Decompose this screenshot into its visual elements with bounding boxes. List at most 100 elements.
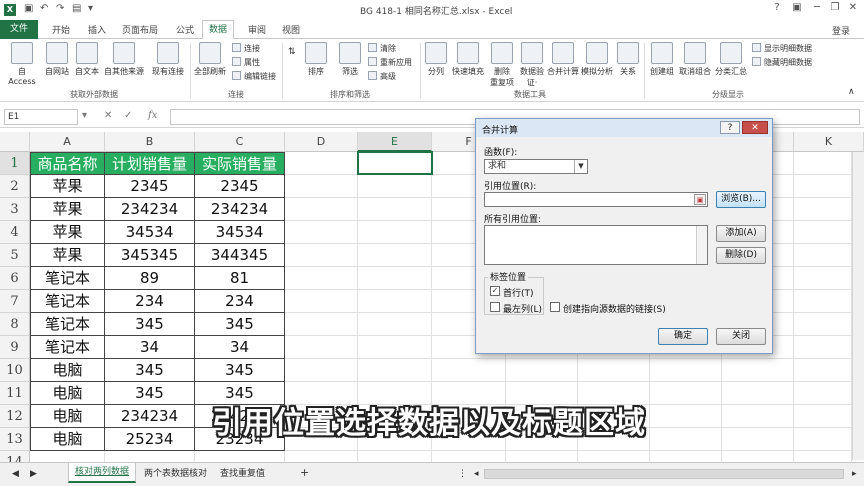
column-header-c[interactable]: C bbox=[195, 132, 285, 152]
row-header[interactable]: 1 bbox=[0, 152, 30, 175]
column-header-e[interactable]: E bbox=[358, 132, 432, 152]
hscroll-left-icon[interactable]: ◂ bbox=[468, 465, 485, 485]
sort-az-icon[interactable]: ⇅ bbox=[288, 47, 296, 57]
save-icon[interactable]: ▣ bbox=[24, 3, 33, 14]
edit-links-button[interactable]: 编辑链接 bbox=[232, 71, 276, 82]
data-validation-button[interactable]: 数据验 证· bbox=[518, 42, 546, 88]
row-header[interactable]: 6 bbox=[0, 267, 30, 290]
table-cell[interactable]: 34534 bbox=[195, 221, 285, 244]
tab-formulas[interactable]: 公式 bbox=[176, 23, 194, 36]
connections-button[interactable]: 连接 bbox=[232, 43, 260, 54]
table-cell[interactable]: 34 bbox=[105, 336, 195, 359]
cell[interactable] bbox=[794, 290, 852, 313]
cell[interactable] bbox=[432, 359, 506, 382]
row-header[interactable]: 3 bbox=[0, 198, 30, 221]
row-header[interactable]: 4 bbox=[0, 221, 30, 244]
table-cell[interactable]: 234234 bbox=[105, 405, 195, 428]
cell[interactable] bbox=[285, 244, 358, 267]
cell[interactable] bbox=[285, 267, 358, 290]
tab-data[interactable]: 数据 bbox=[202, 20, 235, 40]
cell[interactable] bbox=[794, 152, 852, 175]
hscroll-right-icon[interactable]: ▸ bbox=[846, 465, 863, 485]
close-button[interactable]: 关闭 bbox=[716, 328, 766, 345]
cell[interactable] bbox=[358, 290, 432, 313]
group-button[interactable]: 创建组 bbox=[648, 42, 676, 77]
ok-button[interactable]: 确定 bbox=[658, 328, 708, 345]
table-cell[interactable]: 345 bbox=[105, 313, 195, 336]
vertical-scrollbar[interactable] bbox=[852, 152, 864, 460]
browse-button[interactable]: 浏览(B)... bbox=[716, 191, 766, 208]
dialog-help-button[interactable]: ? bbox=[720, 121, 740, 134]
show-detail-button[interactable]: 显示明细数据 bbox=[752, 43, 812, 54]
ungroup-button[interactable]: 取消组合 bbox=[678, 42, 712, 77]
row-header[interactable]: 9 bbox=[0, 336, 30, 359]
cell[interactable] bbox=[285, 221, 358, 244]
cell[interactable] bbox=[285, 175, 358, 198]
column-header-d[interactable]: D bbox=[285, 132, 358, 152]
cell[interactable] bbox=[650, 405, 722, 428]
tab-insert[interactable]: 插入 bbox=[88, 23, 106, 36]
first-row-checkbox[interactable]: ✓ bbox=[490, 286, 500, 296]
table-cell[interactable]: 345 bbox=[195, 359, 285, 382]
cell[interactable] bbox=[358, 244, 432, 267]
table-cell[interactable]: 345 bbox=[195, 313, 285, 336]
column-header-b[interactable]: B bbox=[105, 132, 195, 152]
cell[interactable] bbox=[794, 244, 852, 267]
horizontal-scrollbar[interactable] bbox=[484, 469, 844, 479]
remove-duplicates-button[interactable]: 删除 重复项 bbox=[488, 42, 516, 88]
cell[interactable] bbox=[285, 313, 358, 336]
table-header-cell[interactable]: 商品名称 bbox=[30, 152, 105, 175]
table-cell[interactable]: 34 bbox=[195, 336, 285, 359]
row-header[interactable]: 10 bbox=[0, 359, 30, 382]
what-if-button[interactable]: 模拟分析 bbox=[580, 42, 614, 77]
table-cell[interactable]: 电脑 bbox=[30, 428, 105, 451]
cell[interactable] bbox=[358, 359, 432, 382]
help-button[interactable]: ? bbox=[768, 2, 786, 13]
select-all-corner[interactable] bbox=[0, 132, 30, 152]
table-cell[interactable]: 笔记本 bbox=[30, 336, 105, 359]
cell[interactable] bbox=[722, 405, 794, 428]
all-references-list[interactable] bbox=[484, 225, 708, 265]
cancel-icon[interactable]: ✕ bbox=[104, 110, 112, 121]
table-cell[interactable]: 笔记本 bbox=[30, 290, 105, 313]
restore-button[interactable]: ❐ bbox=[826, 2, 844, 13]
create-links-checkbox[interactable] bbox=[550, 302, 560, 312]
cell[interactable] bbox=[794, 428, 852, 451]
row-header[interactable]: 13 bbox=[0, 428, 30, 451]
from-text-button[interactable]: 自文本 bbox=[72, 42, 102, 77]
cell[interactable] bbox=[358, 267, 432, 290]
cell[interactable] bbox=[358, 336, 432, 359]
sheet-scroll-right-icon[interactable]: ▶ bbox=[24, 465, 43, 485]
cell[interactable] bbox=[794, 175, 852, 198]
table-cell[interactable]: 81 bbox=[195, 267, 285, 290]
table-cell[interactable]: 345 bbox=[105, 359, 195, 382]
sheet-scroll-left-icon[interactable]: ◀ bbox=[6, 465, 25, 485]
left-column-checkbox[interactable] bbox=[490, 302, 500, 312]
sheet-tab-active[interactable]: 核对两列数据 bbox=[68, 463, 137, 483]
table-cell[interactable]: 苹果 bbox=[30, 175, 105, 198]
cell[interactable] bbox=[794, 198, 852, 221]
list-scrollbar[interactable] bbox=[696, 226, 707, 264]
cell[interactable] bbox=[722, 359, 794, 382]
collapse-ribbon-icon[interactable]: ∧ bbox=[848, 87, 855, 97]
cell[interactable] bbox=[722, 428, 794, 451]
cell[interactable] bbox=[285, 198, 358, 221]
qa-customize-icon[interactable]: ▾ bbox=[88, 3, 93, 14]
table-cell[interactable]: 344345 bbox=[195, 244, 285, 267]
enter-icon[interactable]: ✓ bbox=[124, 110, 132, 121]
cell[interactable] bbox=[722, 382, 794, 405]
existing-connections-button[interactable]: 现有连接 bbox=[148, 42, 188, 77]
tab-home[interactable]: 开始 bbox=[52, 23, 70, 36]
sheet-tab[interactable]: 两个表数据核对 bbox=[138, 465, 213, 485]
row-header[interactable]: 7 bbox=[0, 290, 30, 313]
cell[interactable] bbox=[578, 359, 650, 382]
cell[interactable] bbox=[794, 313, 852, 336]
cell[interactable] bbox=[285, 152, 358, 175]
from-access-button[interactable]: 自 Access bbox=[4, 42, 40, 86]
table-header-cell[interactable]: 计划销售量 bbox=[105, 152, 195, 175]
cell[interactable] bbox=[794, 221, 852, 244]
table-cell[interactable]: 234 bbox=[105, 290, 195, 313]
table-cell[interactable]: 电脑 bbox=[30, 359, 105, 382]
cell[interactable] bbox=[794, 382, 852, 405]
consolidate-button[interactable]: 合并计算 bbox=[546, 42, 580, 77]
